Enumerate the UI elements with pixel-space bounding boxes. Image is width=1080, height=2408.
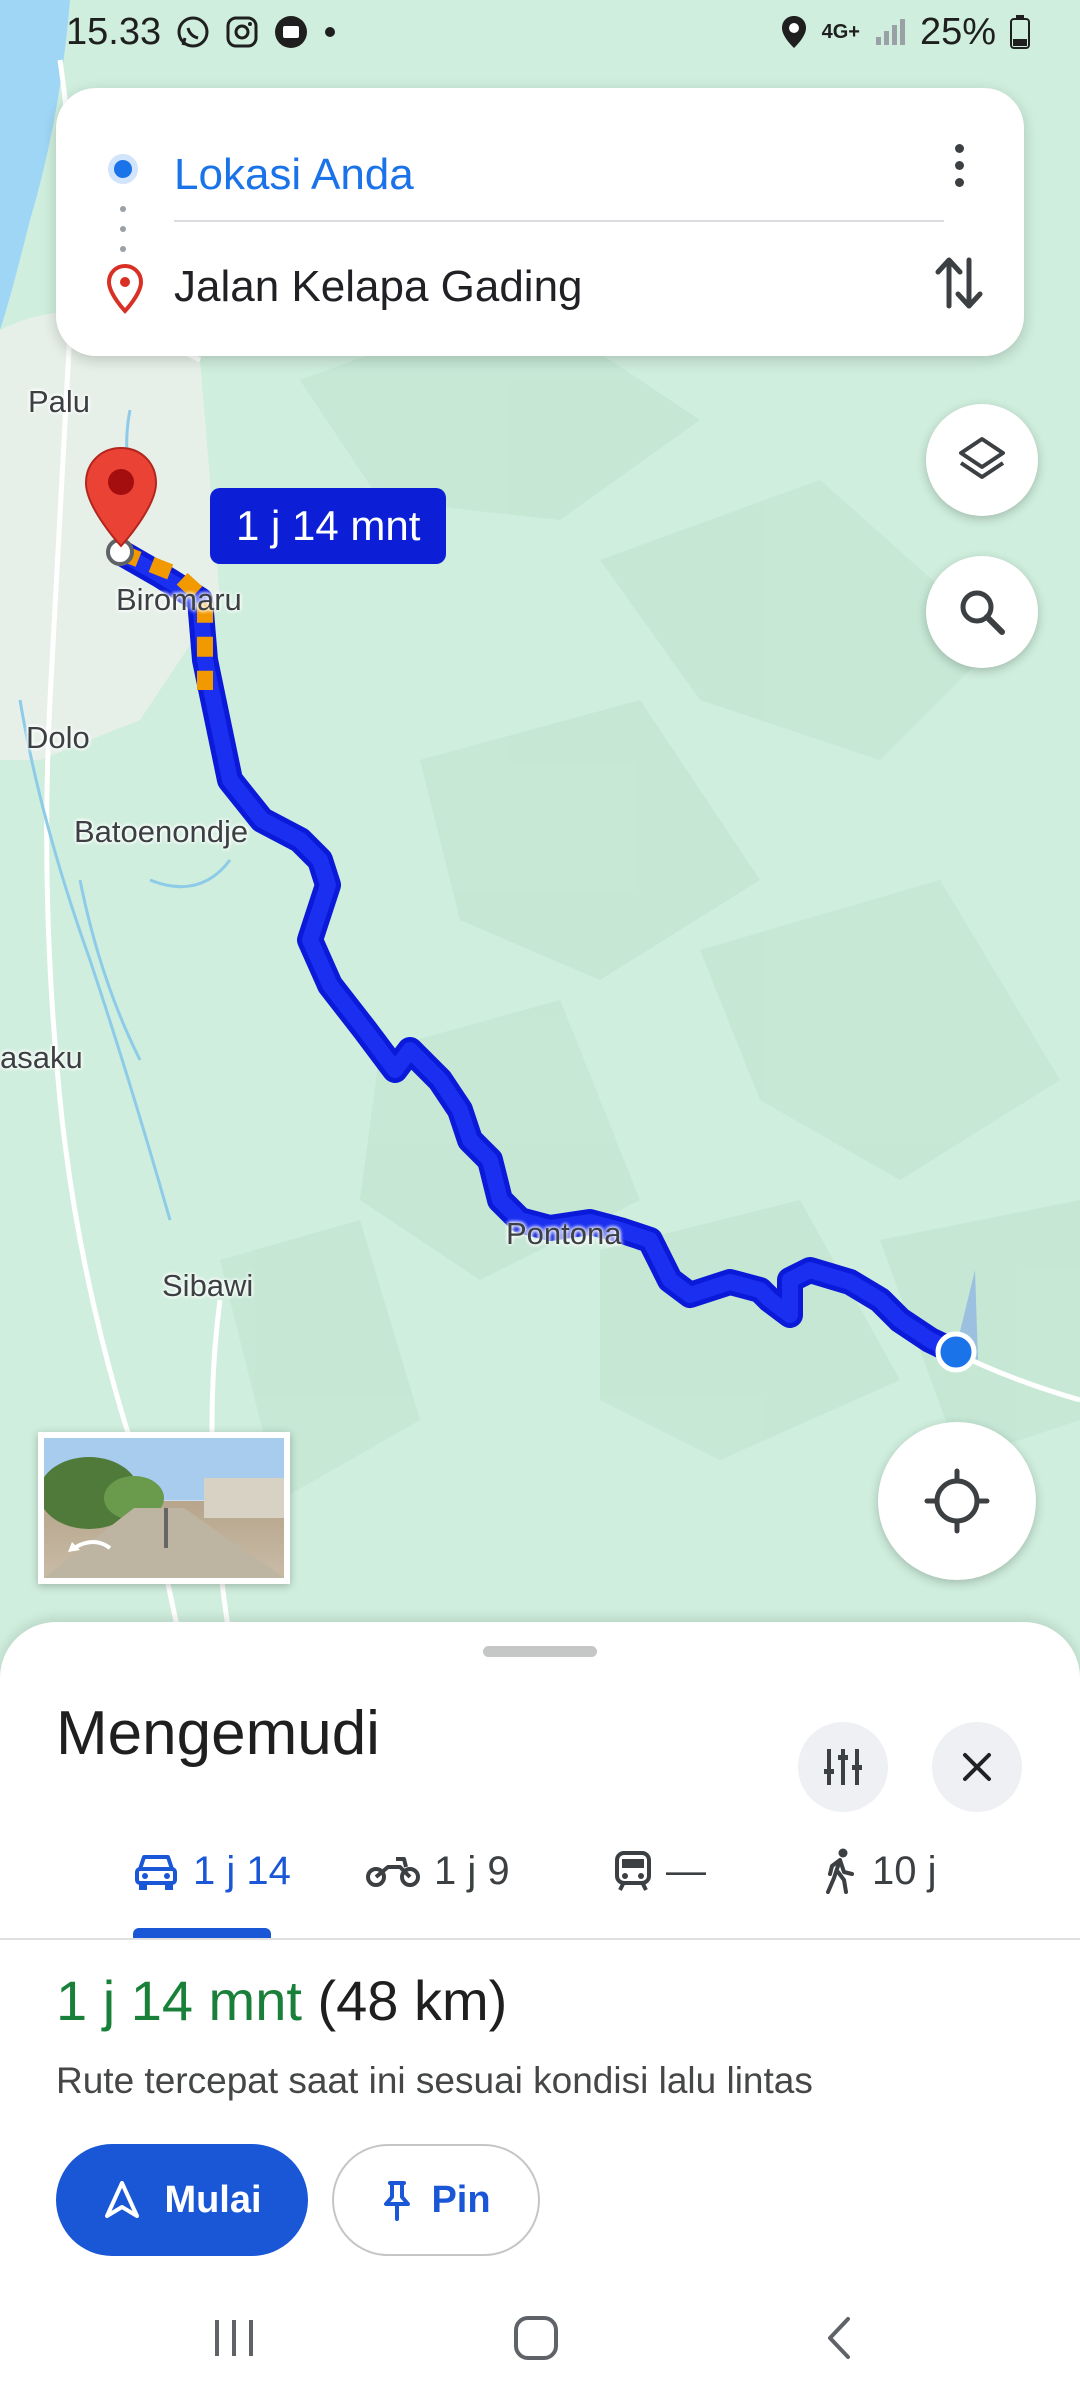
tab-motorcycle[interactable]: 1 j 9 [366, 1836, 510, 1906]
route-duration: 1 j 14 mnt [56, 1969, 302, 2032]
map-label-biromaru: Biromaru [116, 582, 242, 617]
current-location-dot [935, 1331, 977, 1373]
route-search-card: Lokasi Anda Jalan Kelapa Gading [56, 88, 1024, 356]
route-duration-bubble[interactable]: 1 j 14 mnt [210, 488, 447, 564]
map-label-dolo: Dolo [26, 720, 90, 755]
destination-marker-icon [106, 263, 144, 319]
swap-route-button[interactable] [924, 248, 994, 318]
sheet-title: Mengemudi [56, 1699, 380, 1768]
sheet-drag-handle[interactable] [483, 1646, 597, 1657]
tab-motorcycle-label: 1 j 9 [434, 1848, 510, 1893]
home-icon [514, 2316, 558, 2360]
pin-route-button[interactable]: Pin [332, 2144, 540, 2256]
map-label-asaku: asaku [0, 1040, 83, 1075]
instagram-icon [225, 15, 259, 49]
tab-walking-label: 10 j [872, 1848, 937, 1893]
start-navigation-button[interactable]: Mulai [56, 2144, 308, 2256]
origin-field[interactable]: Lokasi Anda [174, 150, 414, 200]
search-along-route-button[interactable] [926, 556, 1038, 668]
close-button[interactable] [932, 1722, 1022, 1812]
my-location-button[interactable] [878, 1422, 1036, 1580]
battery-icon [1010, 15, 1030, 49]
battery-percent: 25% [919, 10, 996, 53]
divider [174, 220, 944, 222]
map-label-batoenondje: Batoenondje [74, 814, 249, 849]
active-tab-indicator [133, 1928, 271, 1938]
whatsapp-icon [175, 14, 211, 50]
travel-mode-tabs: 1 j 14 1 j 9 — 10 j [0, 1822, 1080, 1940]
pin-icon [384, 2181, 411, 2221]
tab-walking[interactable]: 10 j [822, 1836, 937, 1906]
signal-icon [874, 17, 906, 47]
location-status-icon [780, 14, 808, 50]
back-button[interactable] [800, 2298, 880, 2378]
crosshair-icon [924, 1468, 990, 1534]
route-description: Rute tercepat saat ini sesuai kondisi la… [56, 2060, 813, 2101]
map-label-sibawi: Sibawi [162, 1268, 254, 1303]
close-icon [963, 1753, 991, 1781]
system-navigation-bar [0, 2268, 1080, 2408]
status-bar: 15.33 4G+ 25% [0, 0, 1080, 64]
network-type: 4G+ [821, 20, 860, 43]
back-icon [828, 2317, 850, 2359]
tab-transit[interactable]: — [614, 1836, 706, 1906]
navigation-arrow-icon [105, 2181, 140, 2218]
tab-transit-label: — [666, 1848, 706, 1893]
layers-button[interactable] [926, 404, 1038, 516]
search-icon [960, 590, 1005, 635]
recents-icon [215, 2320, 253, 2356]
start-button-label: Mulai [164, 2178, 262, 2221]
more-options-button[interactable] [934, 132, 984, 198]
walk-icon [826, 1848, 854, 1894]
map-label-pontona: Pontona [506, 1216, 622, 1251]
layers-icon [959, 437, 1005, 479]
pin-button-label: Pin [431, 2178, 491, 2221]
transit-icon [615, 1851, 651, 1891]
origin-dot-icon [108, 154, 138, 184]
route-summary: 1 j 14 mnt (48 km) [56, 1968, 507, 2033]
swap-icon [935, 257, 983, 309]
recent-apps-button[interactable] [194, 2298, 274, 2378]
destination-pin-icon[interactable] [84, 446, 158, 548]
status-time: 15.33 [66, 10, 162, 53]
route-distance: (48 km) [317, 1969, 508, 2032]
motorcycle-icon [366, 1857, 420, 1887]
home-button[interactable] [496, 2298, 576, 2378]
street-view-thumbnail[interactable] [38, 1432, 290, 1584]
map-label-palu: Palu [28, 384, 91, 419]
message-app-icon [273, 14, 309, 50]
car-icon [135, 1855, 177, 1890]
route-connector-dots [120, 206, 126, 252]
tab-driving[interactable]: 1 j 14 [133, 1836, 291, 1906]
tune-icon [824, 1749, 862, 1785]
notification-dot-icon [323, 25, 337, 39]
tab-driving-label: 1 j 14 [193, 1848, 291, 1893]
route-options-button[interactable] [798, 1722, 888, 1812]
destination-field[interactable]: Jalan Kelapa Gading [174, 262, 583, 312]
